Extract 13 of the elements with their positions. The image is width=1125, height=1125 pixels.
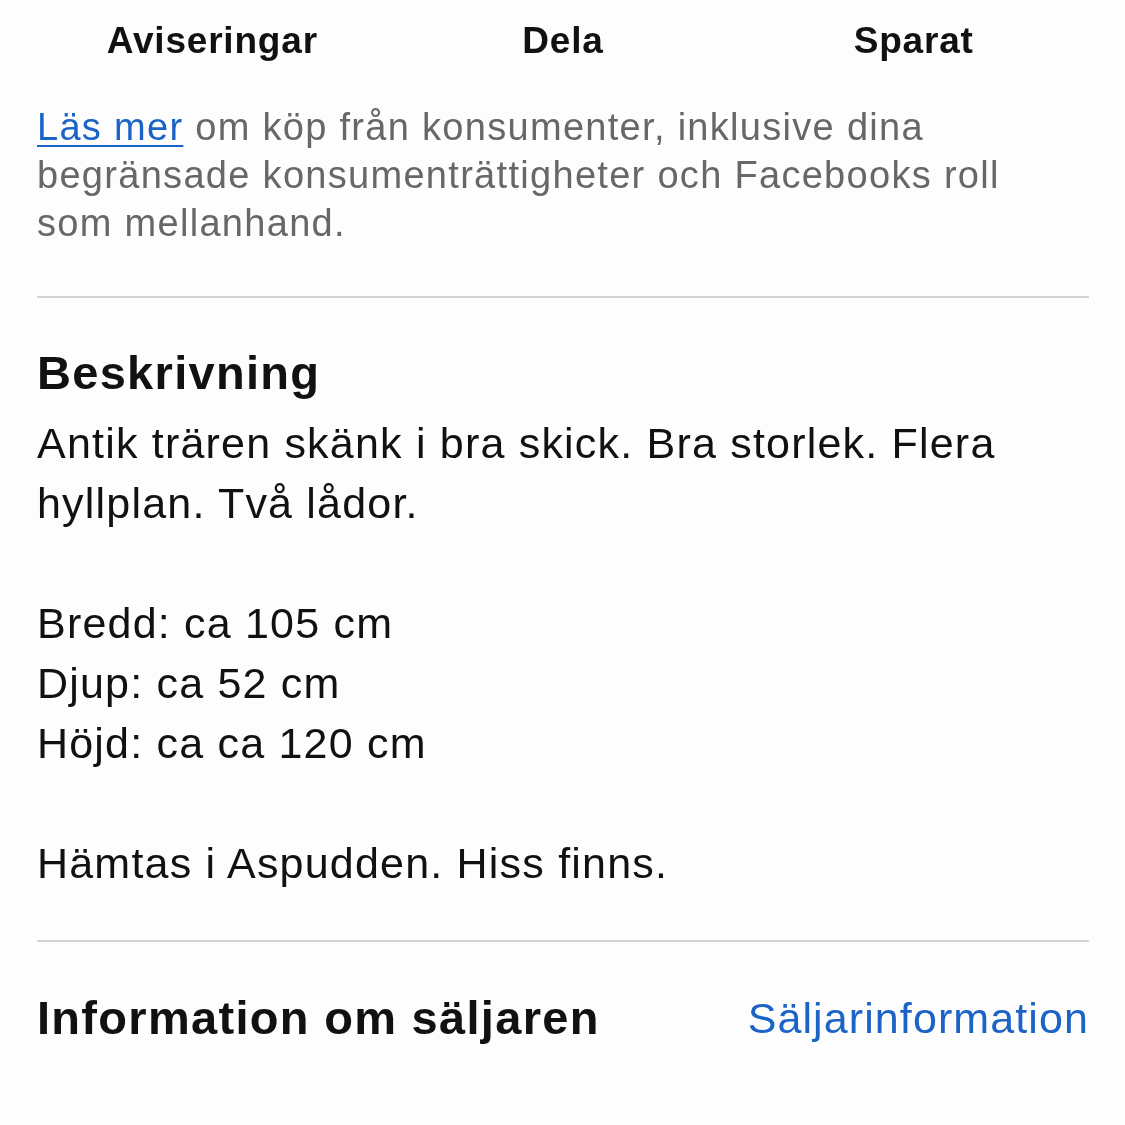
section-heading: Information om säljaren	[37, 991, 600, 1045]
description-text: Höjd: ca ca 120 cm	[37, 718, 428, 769]
description-text: Bredd: ca 105 cm	[37, 598, 395, 649]
description-text: Hämtas i Aspudden. Hiss finns.	[37, 838, 670, 889]
description-text: Djup: ca 52 cm	[37, 658, 342, 709]
seller-info-link[interactable]: Säljarinformation	[747, 991, 1089, 1045]
purchase-info-text: Läs mer om köp från konsumenter, inklusive dina begränsade konsumenträttigheter och Facebooks roll som mellanhand.	[37, 105, 1001, 246]
section-heading: Beskrivning	[37, 346, 322, 400]
description-text: Antik trären skänk i bra skick. Bra storlek. Flera hyllplan. Två lådor.	[37, 418, 997, 529]
action-button[interactable]: Dela	[522, 19, 604, 63]
action-button[interactable]: Sparat	[853, 19, 974, 63]
read-more-link[interactable]: Läs mer	[37, 106, 184, 148]
action-button[interactable]: Aviseringar	[106, 19, 318, 63]
